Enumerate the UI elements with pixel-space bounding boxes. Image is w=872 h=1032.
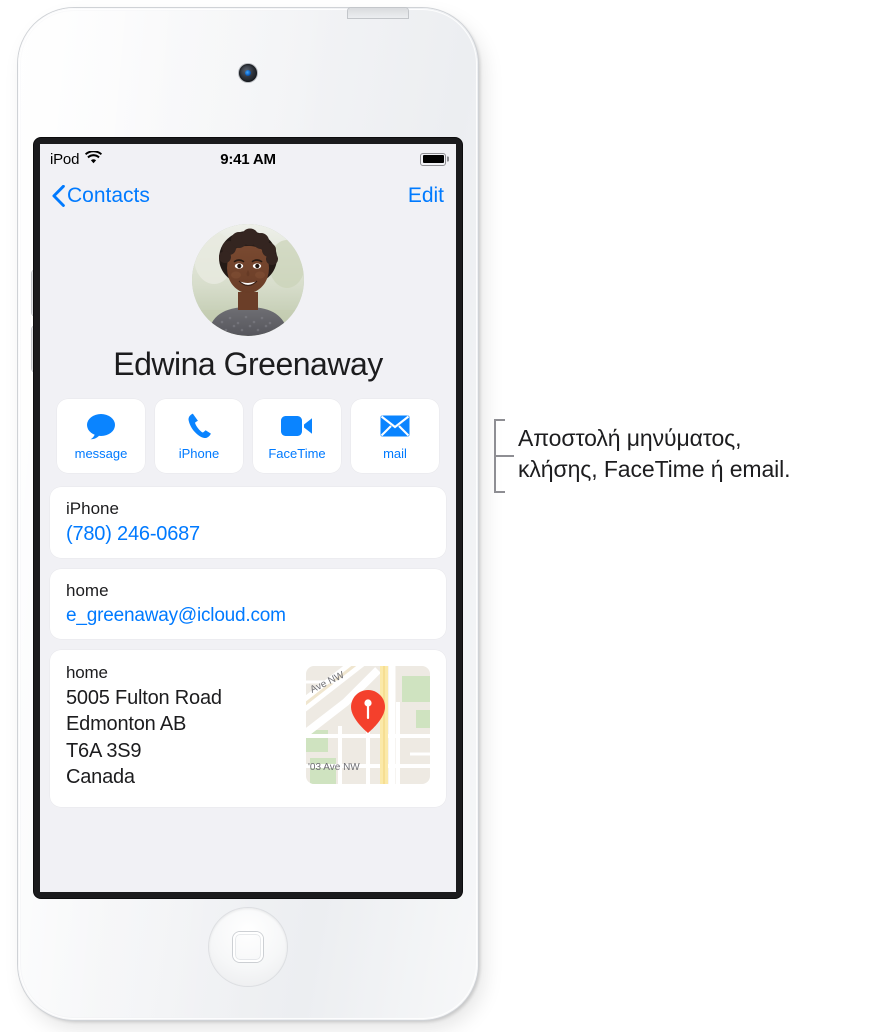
video-camera-icon: [281, 411, 313, 441]
address-field-label: home: [66, 663, 108, 682]
status-bar-left: iPod: [50, 149, 220, 168]
screen-bezel: iPod 9:41 AM Contacts Edit Edwina Greena…: [34, 138, 462, 898]
carrier-label: iPod: [50, 150, 80, 168]
callout-annotation: Αποστολή μηνύματος, κλήσης, FaceTime ή e…: [492, 418, 791, 493]
address-field-card[interactable]: home 5005 Fulton Road Edmonton AB T6A 3S…: [50, 650, 446, 807]
back-to-contacts-button[interactable]: Contacts: [52, 184, 150, 208]
contact-header: Edwina Greenaway: [40, 218, 456, 383]
email-field-label: home: [66, 581, 109, 600]
address-line: Canada: [66, 766, 135, 789]
message-action-button[interactable]: message: [57, 399, 145, 473]
home-button[interactable]: [209, 908, 287, 986]
phone-field-card[interactable]: iPhone (780) 246-0687: [50, 487, 446, 558]
status-bar-right: [276, 152, 446, 166]
action-label: iPhone: [178, 446, 220, 461]
callout-bracket-icon: [492, 418, 514, 493]
map-thumbnail[interactable]: Ave NW '03 Ave NW: [306, 666, 430, 784]
email-field-card[interactable]: home e_greenaway@icloud.com: [50, 569, 446, 639]
action-label: mail: [383, 446, 407, 461]
address-line: 5005 Fulton Road: [66, 686, 222, 709]
map-street-label-2: '03 Ave NW: [308, 762, 360, 773]
message-bubble-icon: [86, 411, 116, 441]
front-camera-icon: [239, 64, 257, 82]
email-field-value[interactable]: e_greenaway@icloud.com: [66, 605, 430, 627]
phone-handset-icon: [186, 411, 213, 441]
mail-envelope-icon: [380, 411, 410, 441]
avatar[interactable]: [192, 224, 304, 336]
battery-level-fill: [422, 155, 444, 163]
address-line: T6A 3S9: [66, 739, 142, 762]
action-label: message: [74, 446, 128, 461]
facetime-action-button[interactable]: FaceTime: [253, 399, 341, 473]
device-screen: iPod 9:41 AM Contacts Edit Edwina Greena…: [40, 144, 456, 892]
edit-button[interactable]: Edit: [408, 184, 444, 208]
phone-field-label: iPhone: [66, 499, 119, 518]
wifi-icon: [85, 149, 103, 168]
battery-full-icon: [420, 152, 446, 166]
ipod-touch-device: iPod 9:41 AM Contacts Edit Edwina Greena…: [18, 8, 478, 1020]
back-button-label: Contacts: [67, 184, 150, 207]
contact-fields: iPhone (780) 246-0687 home e_greenaway@i…: [40, 487, 456, 807]
phone-field-value[interactable]: (780) 246-0687: [66, 523, 430, 546]
action-label: FaceTime: [268, 446, 326, 461]
screenshot-root: iPod 9:41 AM Contacts Edit Edwina Greena…: [0, 0, 872, 1032]
address-text-block: home 5005 Fulton Road Edmonton AB T6A 3S…: [66, 662, 296, 791]
status-bar: iPod 9:41 AM: [40, 144, 456, 174]
home-button-square-icon: [233, 932, 263, 962]
address-line: Edmonton AB: [66, 713, 187, 736]
callout-text: Αποστολή μηνύματος, κλήσης, FaceTime ή e…: [518, 425, 791, 482]
chevron-left-icon: [52, 185, 65, 207]
power-button[interactable]: [348, 8, 408, 18]
navigation-bar: Contacts Edit: [40, 174, 456, 218]
action-button-row: message iPhone FaceTime mail: [40, 399, 456, 473]
contact-name: Edwina Greenaway: [113, 346, 383, 382]
clock-label: 9:41 AM: [220, 150, 276, 168]
phone-action-button[interactable]: iPhone: [155, 399, 243, 473]
mail-action-button[interactable]: mail: [351, 399, 439, 473]
